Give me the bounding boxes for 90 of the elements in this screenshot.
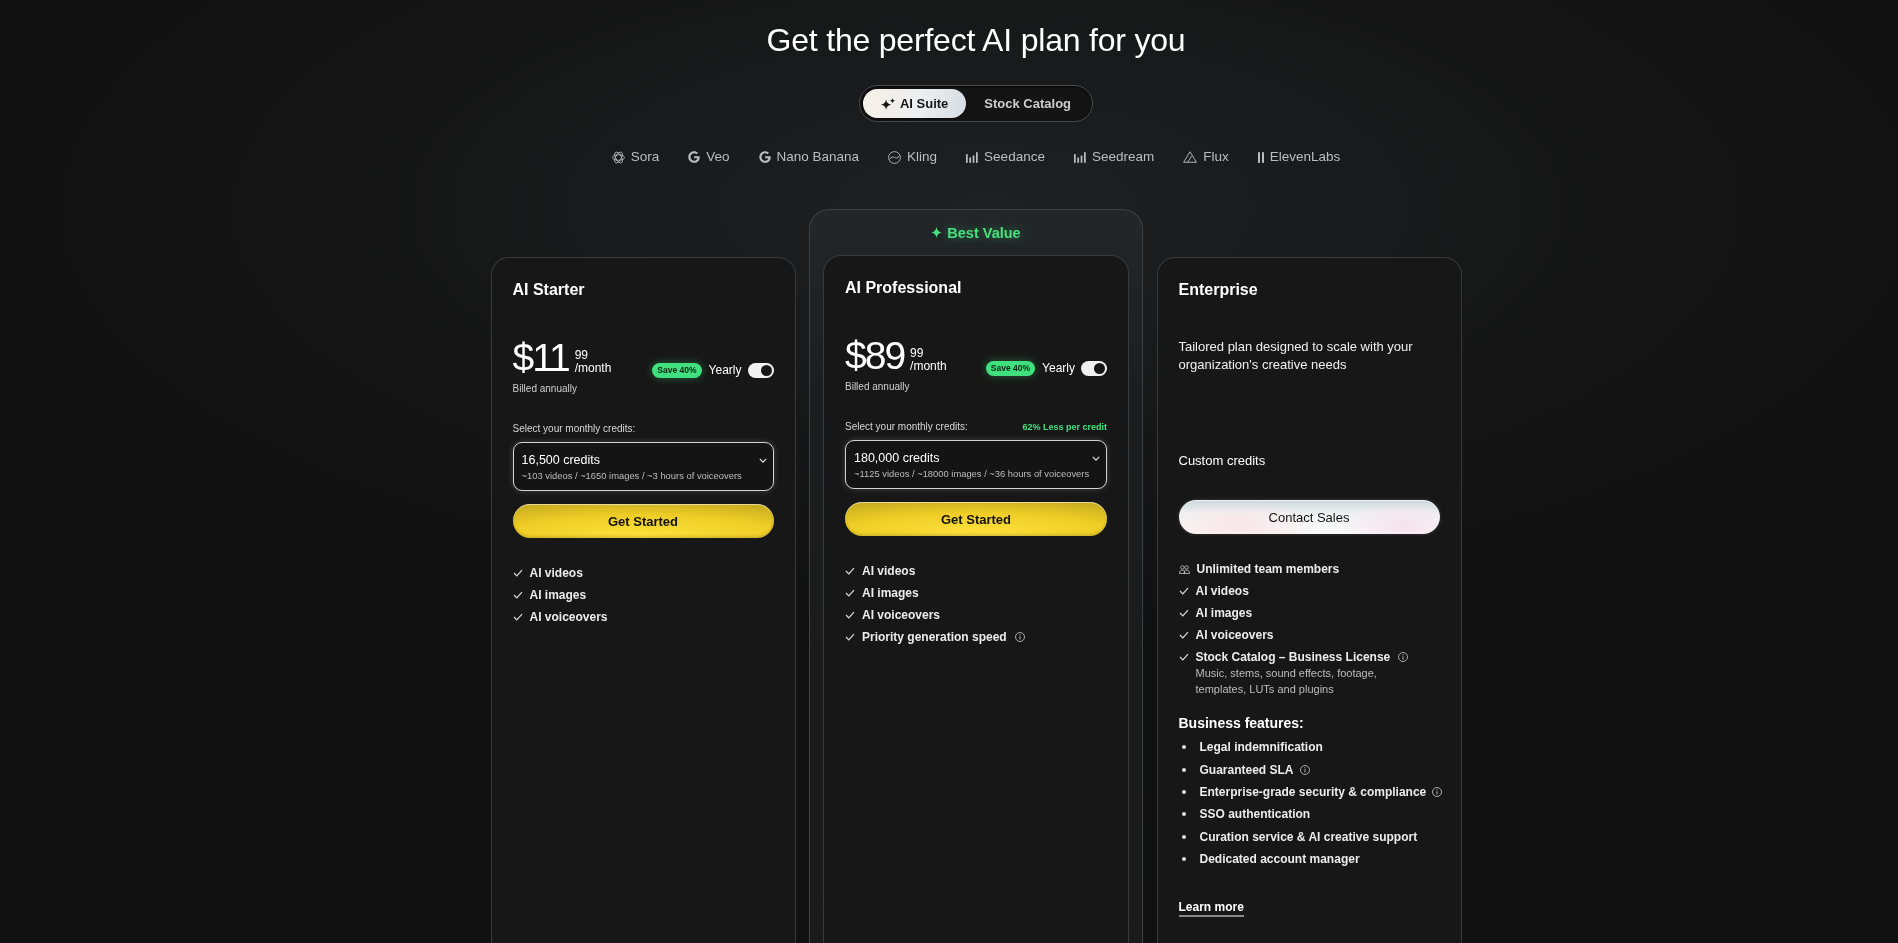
get-started-button[interactable]: Get Started (512, 504, 774, 538)
price-period: /month (910, 360, 947, 373)
g-logo-icon (758, 151, 771, 163)
g-logo-icon (688, 151, 701, 163)
feature-label: AI videos (1195, 583, 1249, 599)
two-bars-icon (1257, 151, 1264, 163)
chevron-down-icon (1092, 455, 1100, 461)
chevron-down-icon (758, 457, 767, 463)
plan-description: Tailored plan designed to scale with your organization's creative needs (1178, 338, 1414, 374)
bars-icon (1073, 151, 1086, 163)
bullet-icon (1181, 767, 1186, 772)
rings-icon (611, 150, 625, 164)
switch-label: Yearly (708, 362, 742, 378)
catalog-tab[interactable]: AI Suite (862, 89, 967, 118)
check-icon (845, 611, 855, 619)
bars-icon (966, 151, 979, 163)
section-title: Business features: (1178, 714, 1305, 733)
feature-label: Enterprise-grade security & compliance (1199, 783, 1427, 800)
credits-text: Custom credits (1178, 452, 1267, 470)
discount-badge: Save 40% (652, 362, 702, 378)
price-amount: $89 (845, 336, 905, 376)
feature-label: SSO authentication (1199, 806, 1311, 823)
check-icon (1178, 587, 1189, 595)
feature-label: Guaranteed SLA (1199, 761, 1294, 778)
bullet-icon (1181, 789, 1186, 794)
toggle-switch[interactable] (747, 362, 774, 378)
discount-badge: Save 40% (985, 360, 1036, 376)
bullet-icon (1181, 812, 1186, 817)
feature-label: Curation service & AI creative support (1199, 828, 1418, 845)
credits-dropdown[interactable]: 180,000 credits ~1125 videos / ~18000 images / ~36 hours of voiceovers (845, 440, 1107, 489)
bullet-icon (1181, 834, 1186, 839)
model-label: Sora (630, 148, 660, 166)
people-icon (1178, 564, 1190, 574)
credits-label: Select your monthly credits: (512, 422, 636, 436)
credits-note: 62% Less per credit (1022, 421, 1107, 434)
bullet-icon (1181, 745, 1186, 750)
check-icon (512, 613, 523, 621)
page-title: Get the perfect AI plan for you (766, 21, 1186, 60)
triangle-icon (1183, 151, 1198, 163)
feature-label: Unlimited team members (1196, 561, 1340, 577)
check-icon (845, 633, 855, 641)
price-period: /month (574, 362, 612, 375)
billing-note: Billed annually (845, 380, 911, 394)
feature-label: AI videos (862, 563, 916, 579)
plan-title: Enterprise (1178, 280, 1259, 300)
sparkle-icon (880, 97, 895, 110)
feature-label: AI voiceovers (862, 607, 941, 623)
ribbon-label: Best Value (947, 224, 1021, 241)
model-label: Veo (706, 148, 730, 166)
feature-label: Priority generation speed (862, 629, 1007, 645)
feature-label: AI images (1195, 605, 1253, 621)
check-icon (1178, 631, 1189, 639)
model-label: Seedream (1091, 148, 1155, 166)
contact-sales-button[interactable]: Contact Sales (1178, 500, 1440, 534)
bullet-icon (1181, 857, 1186, 862)
feature-label: AI voiceovers (529, 609, 608, 625)
credits-label: Select your monthly credits: (845, 420, 968, 434)
check-icon (512, 591, 523, 599)
catalog-tab[interactable]: Stock Catalog (966, 89, 1090, 118)
model-label: ElevenLabs (1269, 148, 1341, 166)
price-cents: 99 (574, 349, 590, 362)
model-label: Nano Banana (776, 148, 860, 166)
check-icon (512, 569, 523, 577)
check-icon (845, 567, 855, 575)
toggle-switch[interactable] (1081, 360, 1107, 376)
model-label: Flux (1203, 148, 1229, 166)
learn-more-link[interactable]: Learn more (1178, 900, 1244, 918)
feature-label: Stock Catalog – Business License (1195, 649, 1391, 665)
model-label: Seedance (984, 148, 1045, 166)
feature-label: AI images (862, 585, 919, 601)
plan-title: AI Starter (512, 280, 586, 300)
billing-note: Billed annually (512, 382, 578, 396)
price-amount: $11 (512, 338, 569, 378)
price-cents: 99 (910, 347, 925, 360)
get-started-button[interactable]: Get Started (845, 502, 1107, 536)
feature-detail: Music, stems, sound effects, footage, templates, LUTs and plugins (1195, 666, 1378, 697)
model-label: Kling (907, 148, 938, 166)
check-icon (1178, 609, 1189, 617)
feature-label: AI images (529, 587, 587, 603)
feature-label: AI voiceovers (1195, 627, 1274, 643)
swirl-icon (888, 150, 902, 164)
feature-label: AI videos (529, 565, 583, 581)
credits-dropdown[interactable]: 16,500 credits ~103 videos / ~1650 images / ~3 hours of voiceovers (512, 442, 774, 491)
check-icon (845, 589, 855, 597)
check-icon (1178, 653, 1189, 661)
switch-label: Yearly (1042, 360, 1075, 376)
sparkle-icon (931, 227, 943, 238)
feature-label: Dedicated account manager (1199, 851, 1360, 868)
plan-title: AI Professional (845, 278, 963, 298)
feature-label: Legal indemnification (1199, 739, 1323, 756)
